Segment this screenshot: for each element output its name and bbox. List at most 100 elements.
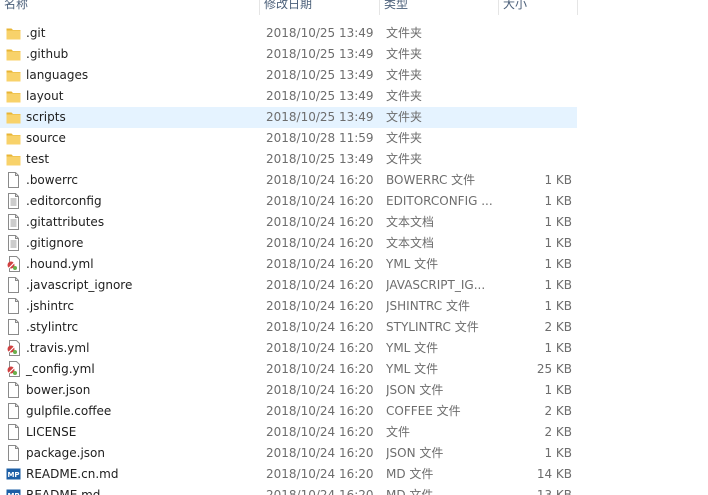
- yml-file-icon: [6, 340, 21, 356]
- file-name: .stylintrc: [26, 320, 79, 334]
- file-date: 2018/10/24 16:20: [266, 425, 374, 439]
- file-row[interactable]: _config.yml 2018/10/24 16:20 YML 文件 25 KB: [0, 359, 577, 380]
- file-date: 2018/10/25 13:49: [266, 110, 374, 124]
- file-name: .jshintrc: [26, 299, 74, 313]
- column-header-size[interactable]: 大小: [499, 0, 578, 15]
- file-date: 2018/10/24 16:20: [266, 467, 374, 481]
- file-row[interactable]: .bowerrc 2018/10/24 16:20 BOWERRC 文件 1 KB: [0, 170, 577, 191]
- markdown-file-icon: MP: [6, 466, 21, 482]
- column-header-name[interactable]: 名称: [0, 0, 260, 15]
- file-date: 2018/10/25 13:49: [266, 47, 374, 61]
- file-date: 2018/10/24 16:20: [266, 278, 374, 292]
- file-date: 2018/10/28 11:59: [266, 131, 374, 145]
- file-row[interactable]: .git 2018/10/25 13:49 文件夹: [0, 23, 577, 44]
- file-size: 1 KB: [544, 173, 572, 187]
- file-row[interactable]: layout 2018/10/25 13:49 文件夹: [0, 86, 577, 107]
- file-type: 文件夹: [386, 47, 423, 61]
- file-type: JSHINTRC 文件: [386, 299, 470, 313]
- file-size: 1 KB: [544, 341, 572, 355]
- file-icon: [6, 445, 21, 461]
- file-size: 2 KB: [544, 404, 572, 418]
- file-name: package.json: [26, 446, 106, 460]
- file-row[interactable]: package.json 2018/10/24 16:20 JSON 文件 1 KB: [0, 443, 577, 464]
- file-date: 2018/10/24 16:20: [266, 341, 374, 355]
- column-header-date[interactable]: 修改日期: [260, 0, 380, 15]
- file-size: 1 KB: [544, 278, 572, 292]
- file-size: 14 KB: [536, 467, 572, 481]
- file-row[interactable]: scripts 2018/10/25 13:49 文件夹: [0, 107, 577, 128]
- file-type: STYLINTRC 文件: [386, 320, 479, 334]
- file-icon: [6, 319, 21, 335]
- folder-icon: [6, 25, 21, 41]
- file-name: .javascript_ignore: [26, 278, 133, 292]
- file-type: COFFEE 文件: [386, 404, 461, 418]
- file-row[interactable]: .gitattributes 2018/10/24 16:20 文本文档 1 KB: [0, 212, 577, 233]
- folder-icon: [6, 67, 21, 83]
- file-row[interactable]: bower.json 2018/10/24 16:20 JSON 文件 1 KB: [0, 380, 577, 401]
- file-icon: [6, 172, 21, 188]
- file-row[interactable]: .github 2018/10/25 13:49 文件夹: [0, 44, 577, 65]
- file-row[interactable]: .hound.yml 2018/10/24 16:20 YML 文件 1 KB: [0, 254, 577, 275]
- column-header-type[interactable]: 类型: [380, 0, 499, 15]
- file-row[interactable]: .javascript_ignore 2018/10/24 16:20 JAVASC…: [0, 275, 577, 296]
- file-name: .github: [26, 47, 69, 61]
- file-name: .gitattributes: [26, 215, 105, 229]
- file-type: BOWERRC 文件: [386, 173, 476, 187]
- file-date: 2018/10/24 16:20: [266, 488, 374, 495]
- file-name: _config.yml: [26, 362, 95, 376]
- file-row[interactable]: gulpfile.coffee 2018/10/24 16:20 COFFEE 文件…: [0, 401, 577, 422]
- folder-icon: [6, 46, 21, 62]
- file-explorer: 名称 修改日期 类型 大小 .git 2018/10/25 13:49 文件夹 .gi…: [0, 0, 708, 495]
- file-row[interactable]: LICENSE 2018/10/24 16:20 文件 2 KB: [0, 422, 577, 443]
- folder-icon: [6, 88, 21, 104]
- file-name: .travis.yml: [26, 341, 90, 355]
- file-row[interactable]: .gitignore 2018/10/24 16:20 文本文档 1 KB: [0, 233, 577, 254]
- file-row[interactable]: languages 2018/10/25 13:49 文件夹: [0, 65, 577, 86]
- file-date: 2018/10/25 13:49: [266, 26, 374, 40]
- file-row[interactable]: source 2018/10/28 11:59 文件夹: [0, 128, 577, 149]
- file-type: 文件夹: [386, 152, 423, 166]
- file-name: README.md: [26, 488, 101, 495]
- file-row[interactable]: .stylintrc 2018/10/24 16:20 STYLINTRC 文件 2 …: [0, 317, 577, 338]
- file-name: source: [26, 131, 66, 145]
- file-name: test: [26, 152, 50, 166]
- file-icon: [6, 277, 21, 293]
- file-size: 1 KB: [544, 383, 572, 397]
- file-name: bower.json: [26, 383, 91, 397]
- file-date: 2018/10/24 16:20: [266, 383, 374, 397]
- file-date: 2018/10/24 16:20: [266, 446, 374, 460]
- file-type: YML 文件: [386, 341, 439, 355]
- file-size: 1 KB: [544, 299, 572, 313]
- file-name: gulpfile.coffee: [26, 404, 112, 418]
- file-row[interactable]: .editorconfig 2018/10/24 16:20 EDITORCONFI…: [0, 191, 577, 212]
- folder-icon: [6, 130, 21, 146]
- file-size: 2 KB: [544, 320, 572, 334]
- file-type: YML 文件: [386, 257, 439, 271]
- file-row[interactable]: MP README.md 2018/10/24 16:20 MD 文件 13 KB: [0, 485, 577, 495]
- file-date: 2018/10/24 16:20: [266, 194, 374, 208]
- text-document-icon: [6, 193, 21, 209]
- folder-icon: [6, 109, 21, 125]
- file-name: LICENSE: [26, 425, 77, 439]
- file-name: languages: [26, 68, 89, 82]
- file-row[interactable]: test 2018/10/25 13:49 文件夹: [0, 149, 577, 170]
- yml-file-icon: [6, 361, 21, 377]
- file-name: .bowerrc: [26, 173, 78, 187]
- file-row[interactable]: .jshintrc 2018/10/24 16:20 JSHINTRC 文件 1 KB: [0, 296, 577, 317]
- file-size: 1 KB: [544, 257, 572, 271]
- file-icon: [6, 403, 21, 419]
- file-type: 文件夹: [386, 131, 423, 145]
- file-date: 2018/10/25 13:49: [266, 152, 374, 166]
- file-row[interactable]: .travis.yml 2018/10/24 16:20 YML 文件 1 KB: [0, 338, 577, 359]
- file-row[interactable]: MP README.cn.md 2018/10/24 16:20 MD 文件 14 KB: [0, 464, 577, 485]
- file-name: .hound.yml: [26, 257, 94, 271]
- file-type: MD 文件: [386, 467, 434, 481]
- file-type: 文件夹: [386, 89, 423, 103]
- file-icon: [6, 298, 21, 314]
- file-type: 文件夹: [386, 26, 423, 40]
- file-size: 1 KB: [544, 215, 572, 229]
- file-name: .gitignore: [26, 236, 84, 250]
- file-type: 文本文档: [386, 215, 435, 229]
- svg-text:MP: MP: [7, 471, 19, 479]
- file-date: 2018/10/24 16:20: [266, 299, 374, 313]
